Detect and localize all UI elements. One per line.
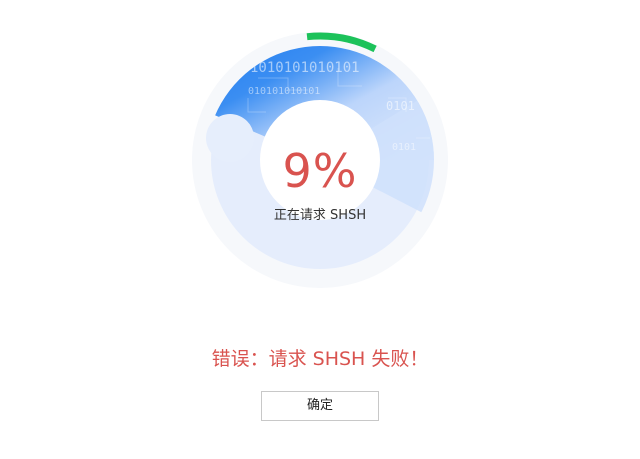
- shsh-request-dialog: 1010101010101 010101010101 0101 0101 9% …: [0, 0, 640, 459]
- progress-center-text: 9% 正在请求 SHSH: [188, 28, 452, 292]
- confirm-button[interactable]: 确定: [261, 391, 379, 421]
- progress-ring: 1010101010101 010101010101 0101 0101 9% …: [188, 28, 452, 292]
- progress-status-label: 正在请求 SHSH: [273, 208, 367, 223]
- error-message: 错误：请求 SHSH 失败！: [211, 348, 429, 370]
- progress-percent: 9%: [282, 144, 358, 198]
